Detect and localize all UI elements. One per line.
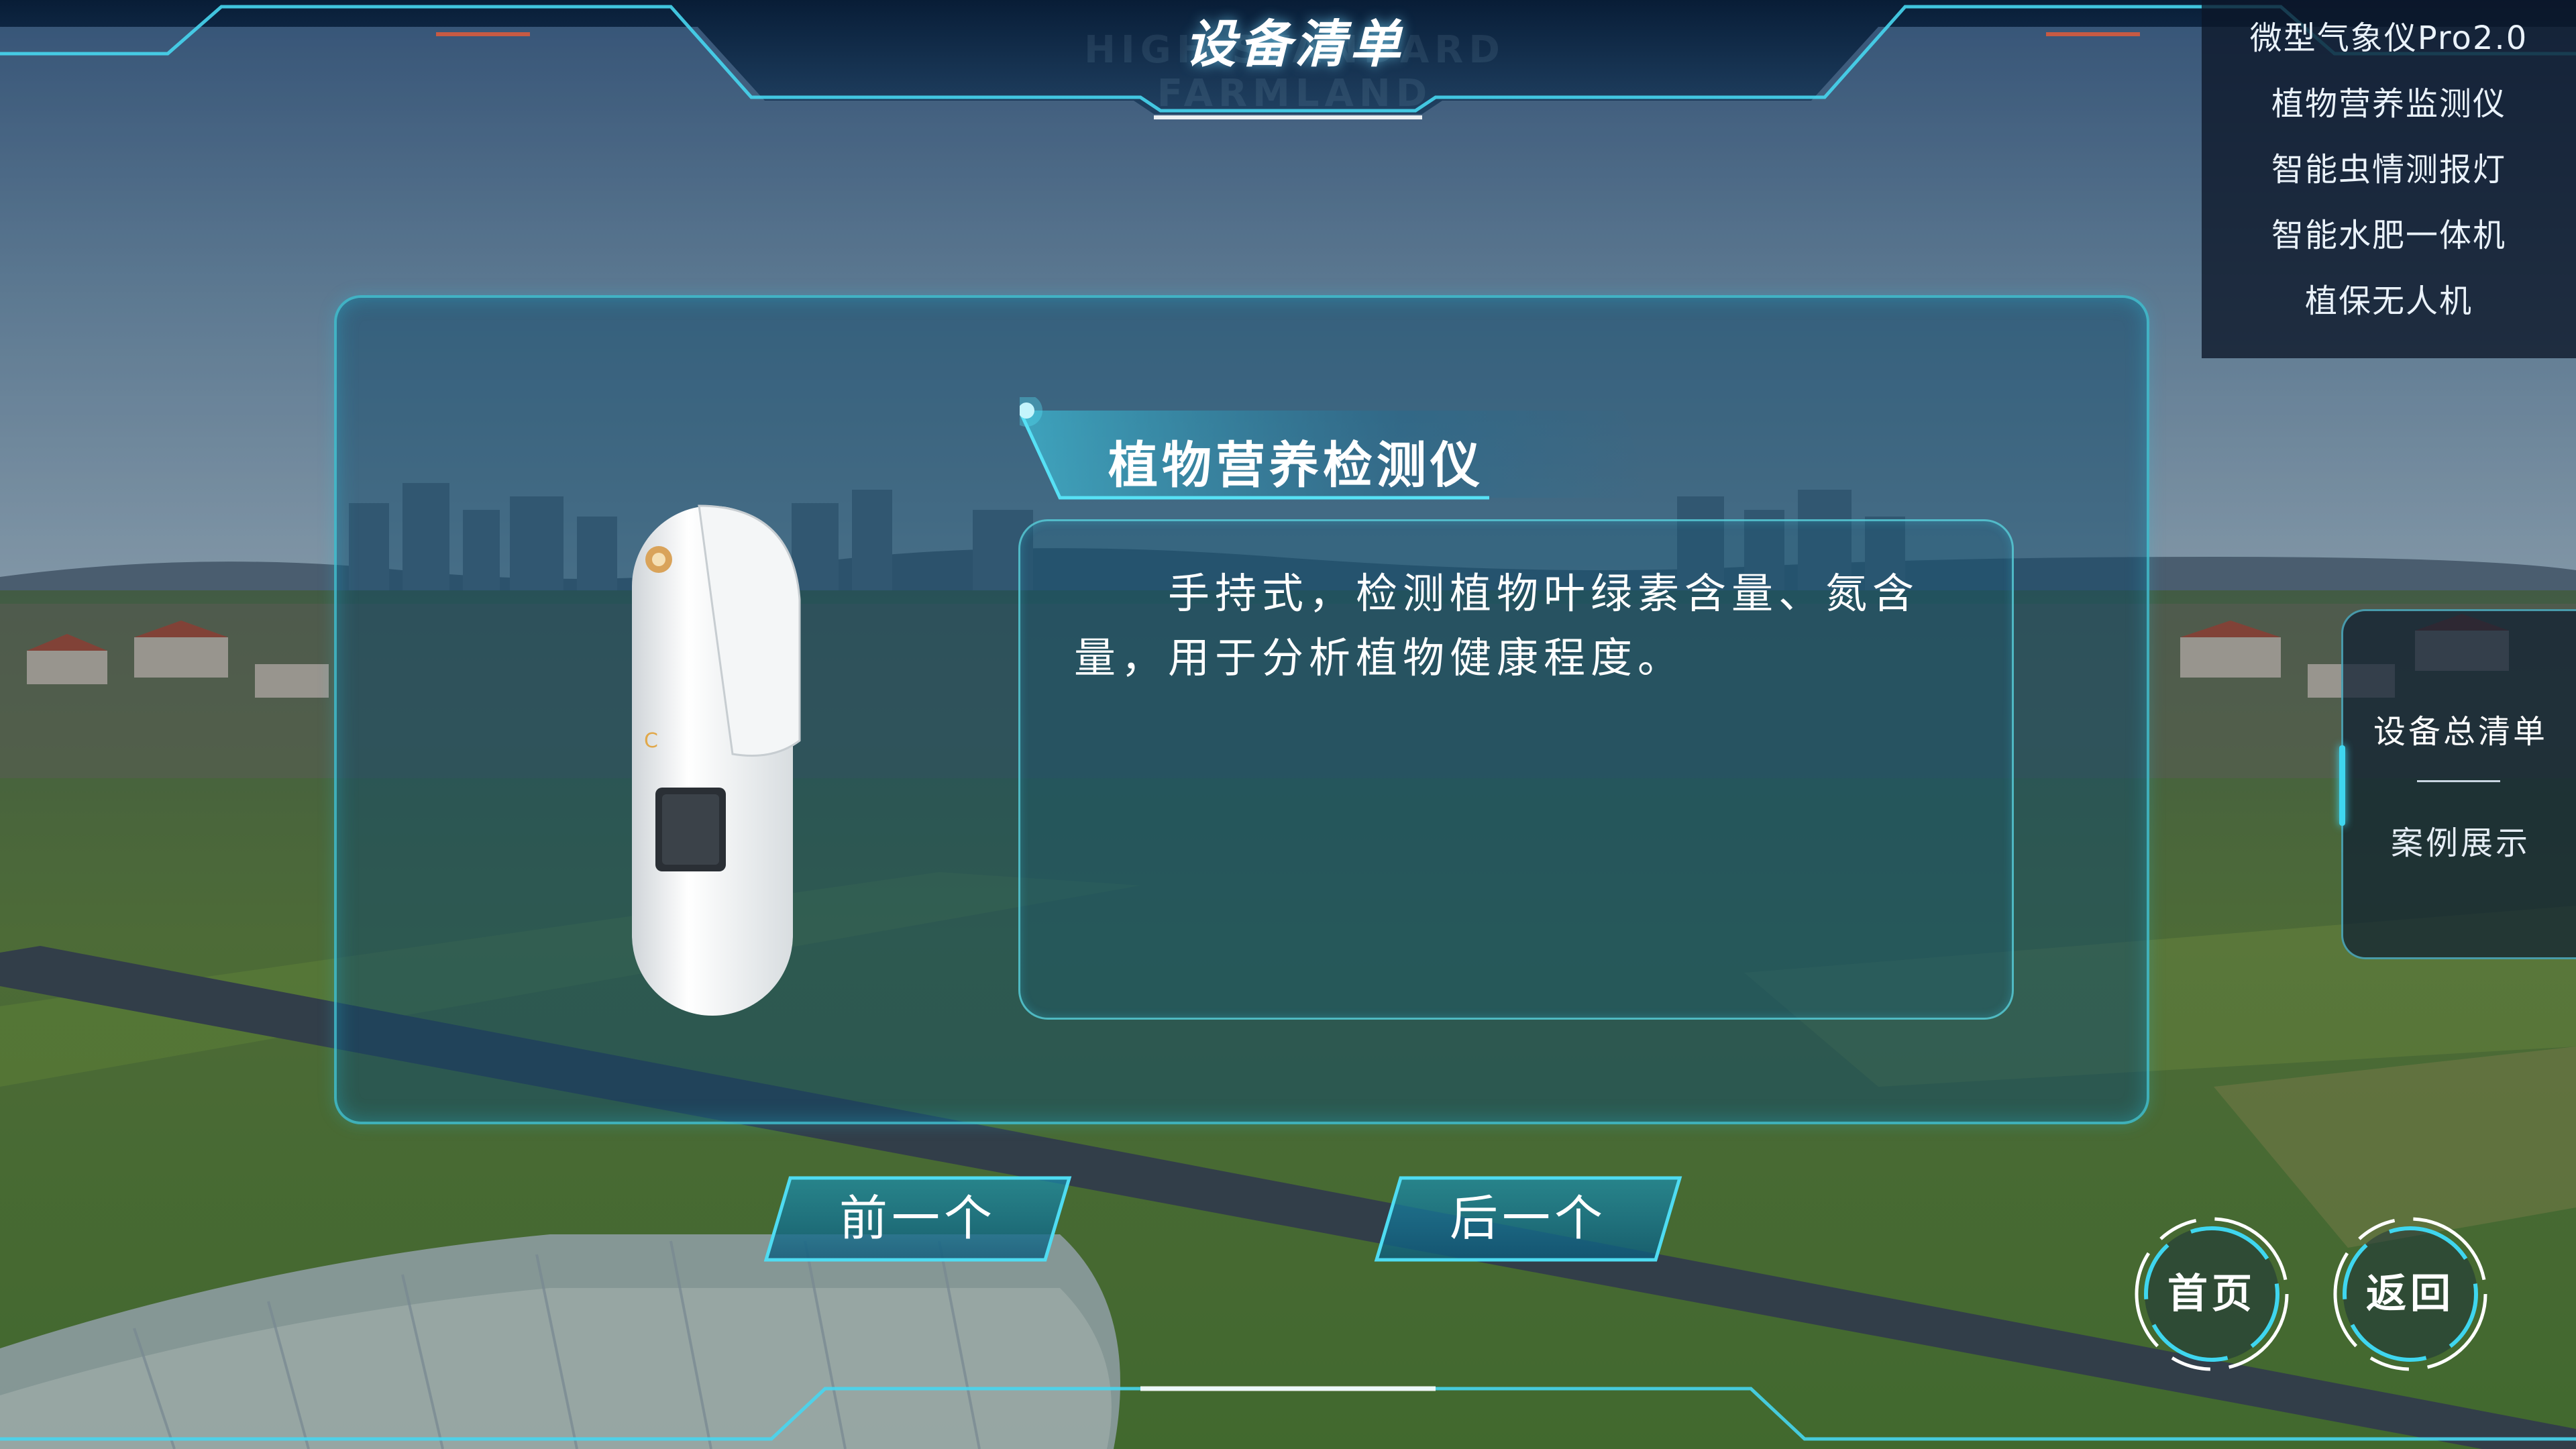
device-item-irrigation-machine[interactable]: 智能水肥一体机 (2202, 203, 2576, 268)
side-menu-item-device-list[interactable]: 设备总清单 (2343, 705, 2576, 752)
side-menu-item-cases[interactable]: 案例展示 (2343, 816, 2576, 863)
handheld-device-icon: C (632, 504, 801, 1016)
side-menu-active-indicator (2339, 745, 2345, 826)
side-menu-divider (2417, 780, 2500, 782)
device-item-plant-nutrition[interactable]: 植物营养监测仪 (2202, 71, 2576, 137)
device-item-drone[interactable]: 植保无人机 (2202, 268, 2576, 334)
description-box: 手持式，检测植物叶绿素含量、氮含量，用于分析植物健康程度。 (1018, 519, 2014, 1020)
device-list: 微型气象仪Pro2.0 植物营养监测仪 智能虫情测报灯 智能水肥一体机 植保无人… (2202, 0, 2576, 358)
device-description: 手持式，检测植物叶绿素含量、氮含量，用于分析植物健康程度。 (1074, 569, 1920, 682)
prev-button[interactable]: 前一个 (763, 1175, 1072, 1263)
device-item-pest-lamp[interactable]: 智能虫情测报灯 (2202, 137, 2576, 203)
next-button-label: 后一个 (1449, 1190, 1607, 1246)
page-title: 设备清单 (1185, 14, 1405, 74)
back-button[interactable]: 返回 (2326, 1210, 2494, 1378)
device-detail-panel: 植物营养检测仪 C 手持式，检测植物叶绿素含量、氮含量，用于分析植物健康程度。 (334, 295, 2149, 1124)
side-menu: 设备总清单 案例展示 (2339, 609, 2576, 959)
prev-button-label: 前一个 (839, 1190, 996, 1246)
detail-title-banner: 植物营养检测仪 (1020, 397, 1690, 518)
detail-title: 植物营养检测仪 (1108, 437, 1484, 494)
svg-text:C: C (644, 729, 658, 753)
device-item-weather-station[interactable]: 微型气象仪Pro2.0 (2202, 5, 2576, 71)
back-button-label: 返回 (2366, 1271, 2455, 1318)
home-button-label: 首页 (2167, 1271, 2256, 1318)
next-button[interactable]: 后一个 (1374, 1175, 1682, 1263)
home-button[interactable]: 首页 (2128, 1210, 2296, 1378)
